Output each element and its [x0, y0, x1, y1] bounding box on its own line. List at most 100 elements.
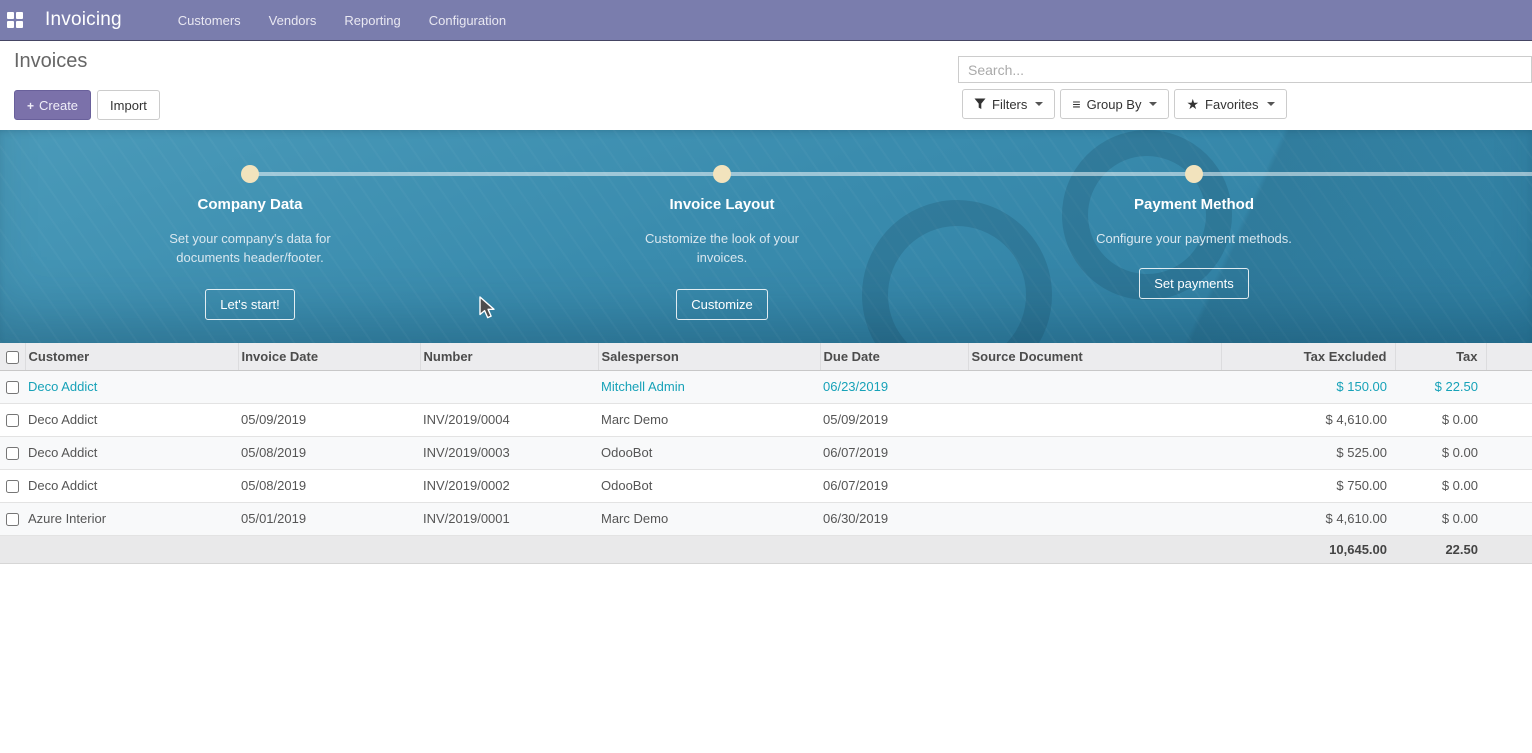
row-checkbox[interactable] [6, 381, 19, 394]
cell-invoice-date[interactable]: 05/08/2019 [238, 436, 420, 469]
row-select-cell [0, 370, 25, 403]
cell-tax[interactable]: $ 22.50 [1395, 370, 1486, 403]
step-description: Configure your payment methods. [1064, 229, 1324, 248]
cell-due-date[interactable]: 06/07/2019 [820, 469, 968, 502]
app-name[interactable]: Invoicing [45, 9, 122, 31]
cell-source-document[interactable] [968, 502, 1221, 535]
step-dot-payment-method [1185, 165, 1203, 183]
apps-grid-icon[interactable] [7, 12, 24, 29]
lets-start-button[interactable]: Let's start! [205, 289, 295, 320]
step-dot-company-data [241, 165, 259, 183]
import-button[interactable]: Import [97, 90, 160, 120]
cell-salesperson[interactable]: Marc Demo [598, 502, 820, 535]
cell-customer[interactable]: Deco Addict [25, 469, 238, 502]
apps-grid-square [7, 21, 14, 28]
cell-tax-excluded[interactable]: $ 525.00 [1221, 436, 1395, 469]
cell-invoice-date[interactable]: 05/01/2019 [238, 502, 420, 535]
set-payments-button[interactable]: Set payments [1139, 268, 1249, 299]
create-button-label: Create [39, 98, 78, 113]
cell-number[interactable]: INV/2019/0001 [420, 502, 598, 535]
cell-due-date[interactable]: 06/07/2019 [820, 436, 968, 469]
cell-customer[interactable]: Deco Addict [25, 370, 238, 403]
step-title: Invoice Layout [669, 196, 774, 213]
create-button[interactable]: +Create [14, 90, 91, 120]
cell-number[interactable]: INV/2019/0004 [420, 403, 598, 436]
cell-tax[interactable]: $ 0.00 [1395, 502, 1486, 535]
cell-invoice-date[interactable]: 05/08/2019 [238, 469, 420, 502]
cell-blank [1486, 436, 1532, 469]
invoice-row[interactable]: Azure Interior 05/01/2019 INV/2019/0001 … [0, 502, 1532, 535]
cell-source-document[interactable] [968, 370, 1221, 403]
cell-tax-excluded[interactable]: $ 750.00 [1221, 469, 1395, 502]
row-checkbox[interactable] [6, 480, 19, 493]
column-header-source-document[interactable]: Source Document [968, 343, 1221, 370]
select-all-checkbox[interactable] [6, 351, 19, 364]
cell-number[interactable]: INV/2019/0002 [420, 469, 598, 502]
invoice-row[interactable]: Deco Addict 05/08/2019 INV/2019/0003 Odo… [0, 436, 1532, 469]
column-header-number[interactable]: Number [420, 343, 598, 370]
cell-salesperson[interactable]: Mitchell Admin [598, 370, 820, 403]
cell-due-date[interactable]: 05/09/2019 [820, 403, 968, 436]
column-header-due-date[interactable]: Due Date [820, 343, 968, 370]
action-buttons: +Create Import [14, 90, 160, 120]
cell-tax-excluded[interactable]: $ 150.00 [1221, 370, 1395, 403]
onboarding-step-invoice-layout: Invoice Layout Customize the look of you… [572, 192, 872, 320]
menu-item-reporting[interactable]: Reporting [344, 13, 400, 28]
cell-customer[interactable]: Deco Addict [25, 436, 238, 469]
row-checkbox[interactable] [6, 414, 19, 427]
cell-tax[interactable]: $ 0.00 [1395, 469, 1486, 502]
table-header: Customer Invoice Date Number Salesperson… [0, 343, 1532, 370]
column-header-invoice-date[interactable]: Invoice Date [238, 343, 420, 370]
cell-invoice-date[interactable] [238, 370, 420, 403]
step-description: Customize the look of your invoices. [632, 229, 812, 267]
cell-source-document[interactable] [968, 469, 1221, 502]
column-header-tax-excluded[interactable]: Tax Excluded [1221, 343, 1395, 370]
onboarding-banner: Company Data Set your company's data for… [0, 130, 1532, 343]
cell-due-date[interactable]: 06/30/2019 [820, 502, 968, 535]
cell-tax[interactable]: $ 0.00 [1395, 403, 1486, 436]
invoice-row[interactable]: Deco Addict 05/09/2019 INV/2019/0004 Mar… [0, 403, 1532, 436]
cell-blank [1486, 502, 1532, 535]
top-navbar: Invoicing Customers Vendors Reporting Co… [0, 0, 1532, 41]
cell-salesperson[interactable]: OdooBot [598, 469, 820, 502]
invoice-row[interactable]: Deco Addict Mitchell Admin 06/23/2019 $ … [0, 370, 1532, 403]
menu-item-configuration[interactable]: Configuration [429, 13, 506, 28]
row-select-cell [0, 403, 25, 436]
column-header-blank [1486, 343, 1532, 370]
cell-blank [1486, 370, 1532, 403]
cell-invoice-date[interactable]: 05/09/2019 [238, 403, 420, 436]
cell-customer[interactable]: Deco Addict [25, 403, 238, 436]
group-by-button[interactable]: ≡ Group By [1060, 89, 1169, 119]
star-icon: ★ [1186, 97, 1199, 111]
cell-number[interactable] [420, 370, 598, 403]
cell-tax-excluded[interactable]: $ 4,610.00 [1221, 403, 1395, 436]
favorites-button[interactable]: ★ Favorites [1174, 89, 1286, 119]
invoice-row[interactable]: Deco Addict 05/08/2019 INV/2019/0002 Odo… [0, 469, 1532, 502]
onboarding-step-payment-method: Payment Method Configure your payment me… [1044, 192, 1344, 299]
row-checkbox[interactable] [6, 447, 19, 460]
onboarding-timeline [250, 172, 1532, 176]
column-header-tax[interactable]: Tax [1395, 343, 1486, 370]
cell-tax-excluded[interactable]: $ 4,610.00 [1221, 502, 1395, 535]
cell-due-date[interactable]: 06/23/2019 [820, 370, 968, 403]
menu-item-vendors[interactable]: Vendors [269, 13, 317, 28]
menu-item-customers[interactable]: Customers [178, 13, 241, 28]
cell-source-document[interactable] [968, 436, 1221, 469]
column-header-salesperson[interactable]: Salesperson [598, 343, 820, 370]
group-by-lines-icon: ≡ [1072, 97, 1080, 111]
chevron-down-icon [1149, 102, 1157, 106]
row-checkbox[interactable] [6, 513, 19, 526]
cell-number[interactable]: INV/2019/0003 [420, 436, 598, 469]
column-header-customer[interactable]: Customer [25, 343, 238, 370]
cell-tax[interactable]: $ 0.00 [1395, 436, 1486, 469]
cell-salesperson[interactable]: OdooBot [598, 436, 820, 469]
cell-customer[interactable]: Azure Interior [25, 502, 238, 535]
filters-label: Filters [992, 97, 1027, 112]
cell-source-document[interactable] [968, 403, 1221, 436]
group-by-label: Group By [1087, 97, 1142, 112]
main-menu: Customers Vendors Reporting Configuratio… [178, 13, 506, 28]
search-input[interactable] [958, 56, 1532, 83]
filters-button[interactable]: Filters [962, 89, 1055, 119]
cell-salesperson[interactable]: Marc Demo [598, 403, 820, 436]
customize-button[interactable]: Customize [676, 289, 767, 320]
